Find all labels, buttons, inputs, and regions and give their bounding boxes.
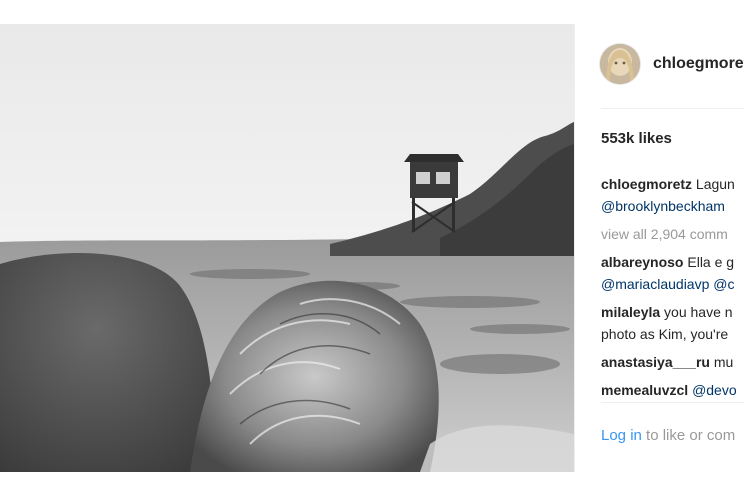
login-link[interactable]: Log in bbox=[601, 427, 642, 444]
comment-item: anastasiya___ru mu bbox=[601, 351, 744, 373]
comment-item: memealuvzcl @devo bbox=[601, 379, 744, 401]
comment-text: mu bbox=[713, 354, 734, 370]
caption-text: Lagun bbox=[695, 176, 735, 192]
footer-divider bbox=[601, 402, 744, 403]
comment-text: Ella e g bbox=[687, 254, 735, 270]
header-divider bbox=[601, 108, 744, 109]
comment-username[interactable]: milaleyla bbox=[601, 304, 660, 320]
post-photo[interactable] bbox=[0, 24, 574, 472]
like-count[interactable]: 553k likes bbox=[601, 130, 672, 147]
comment-item-line-2: photo as Kim, you're bbox=[601, 326, 729, 342]
caption-mention[interactable]: @brooklynbeckham bbox=[601, 198, 725, 214]
comment-item-line-2: @mariaclaudiavp @c bbox=[601, 273, 744, 295]
caption: chloegmoretz Lagun bbox=[601, 173, 744, 195]
comment-mentions[interactable]: @mariaclaudiavp @c bbox=[601, 276, 734, 292]
login-text: to like or com bbox=[646, 427, 736, 444]
comment-text: you have n bbox=[664, 304, 733, 320]
avatar[interactable] bbox=[600, 44, 640, 84]
post-header: chloegmoretz bbox=[575, 24, 744, 108]
view-all-comments-link[interactable]: view all 2,904 comm bbox=[601, 223, 744, 245]
login-prompt: Log in to like or com bbox=[601, 427, 735, 444]
caption-line-2: @brooklynbeckham bbox=[601, 195, 744, 217]
post-sidebar: chloegmoretz 553k likes chloegmoretz Lag… bbox=[574, 24, 744, 472]
comment-item: milaleyla you have n bbox=[601, 301, 744, 323]
profile-photo-icon bbox=[600, 44, 640, 84]
comment-item: albareynoso Ella e g bbox=[601, 251, 744, 273]
comment-username[interactable]: anastasiya___ru bbox=[601, 354, 710, 370]
comment-list: chloegmoretz Lagun @brooklynbeckham view… bbox=[601, 173, 744, 409]
beach-photo-image bbox=[0, 24, 574, 472]
caption-username[interactable]: chloegmoretz bbox=[601, 176, 692, 192]
comment-mention[interactable]: @devo bbox=[692, 382, 737, 398]
comment-username[interactable]: albareynoso bbox=[601, 254, 683, 270]
post-username[interactable]: chloegmoretz bbox=[653, 55, 744, 73]
comment-username[interactable]: memealuvzcl bbox=[601, 382, 688, 398]
